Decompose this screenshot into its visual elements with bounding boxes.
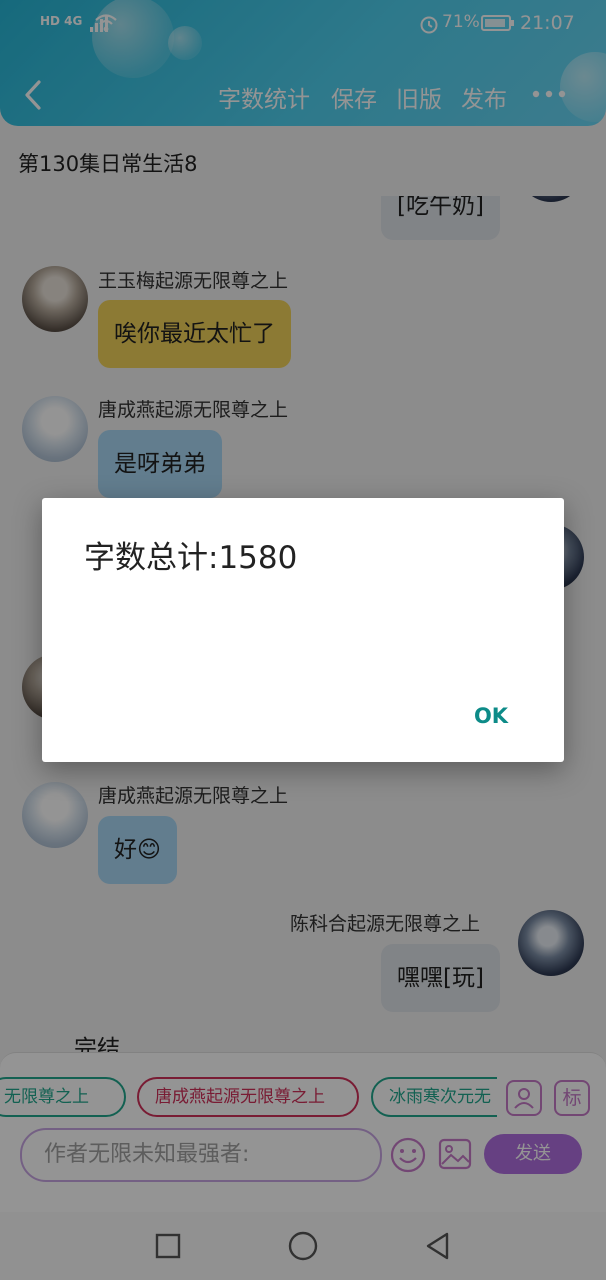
word-count-dialog: 字数总计:1580 OK	[42, 498, 564, 762]
ok-button[interactable]: OK	[462, 698, 520, 734]
dialog-message: 字数总计:1580	[84, 540, 298, 576]
